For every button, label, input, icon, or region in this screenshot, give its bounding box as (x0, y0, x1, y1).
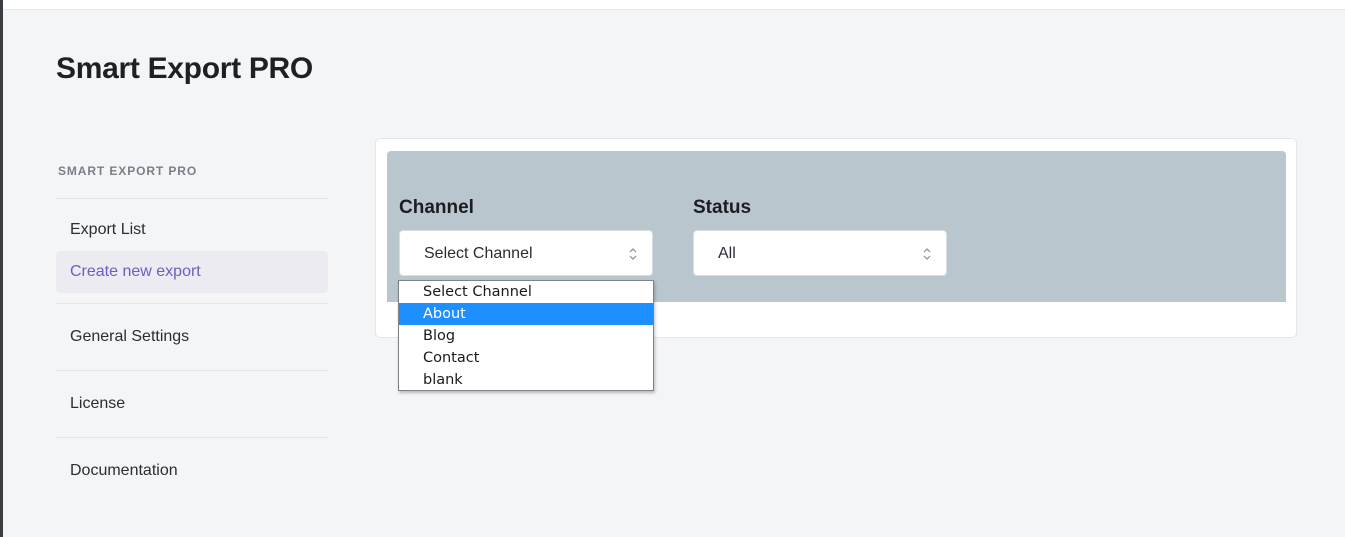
channel-dropdown-list: Select Channel About Blog Contact blank (398, 280, 654, 391)
sidebar-item-export-list[interactable]: Export List (56, 209, 328, 251)
status-label: Status (693, 197, 752, 218)
nav-group-settings: General Settings (56, 304, 328, 371)
top-bar (3, 0, 1345, 10)
channel-option-blog[interactable]: Blog (399, 325, 653, 347)
channel-select[interactable]: Select Channel (399, 230, 653, 276)
chevron-up-down-icon (923, 248, 931, 260)
channel-select-value: Select Channel (424, 245, 533, 262)
status-select[interactable]: All (693, 230, 947, 276)
sidebar: SMART EXPORT PRO Export List Create new … (56, 155, 328, 504)
window-left-border (0, 0, 3, 537)
channel-option-about[interactable]: About (399, 303, 653, 325)
nav-group-license: License (56, 371, 328, 438)
nav-group-exports: Export List Create new export (56, 199, 328, 304)
sidebar-item-documentation[interactable]: Documentation (56, 450, 328, 492)
channel-option-select-channel[interactable]: Select Channel (399, 281, 653, 303)
sidebar-item-general-settings[interactable]: General Settings (56, 316, 328, 358)
nav-group-docs: Documentation (56, 438, 328, 504)
sidebar-item-license[interactable]: License (56, 383, 328, 425)
chevron-up-down-icon (629, 248, 637, 260)
page-title: Smart Export PRO (56, 52, 313, 85)
channel-label: Channel (399, 197, 474, 218)
status-select-value: All (718, 245, 736, 262)
sidebar-heading: SMART EXPORT PRO (56, 155, 328, 199)
channel-option-contact[interactable]: Contact (399, 347, 653, 369)
sidebar-item-create-new-export[interactable]: Create new export (56, 251, 328, 293)
channel-option-blank[interactable]: blank (399, 369, 653, 391)
